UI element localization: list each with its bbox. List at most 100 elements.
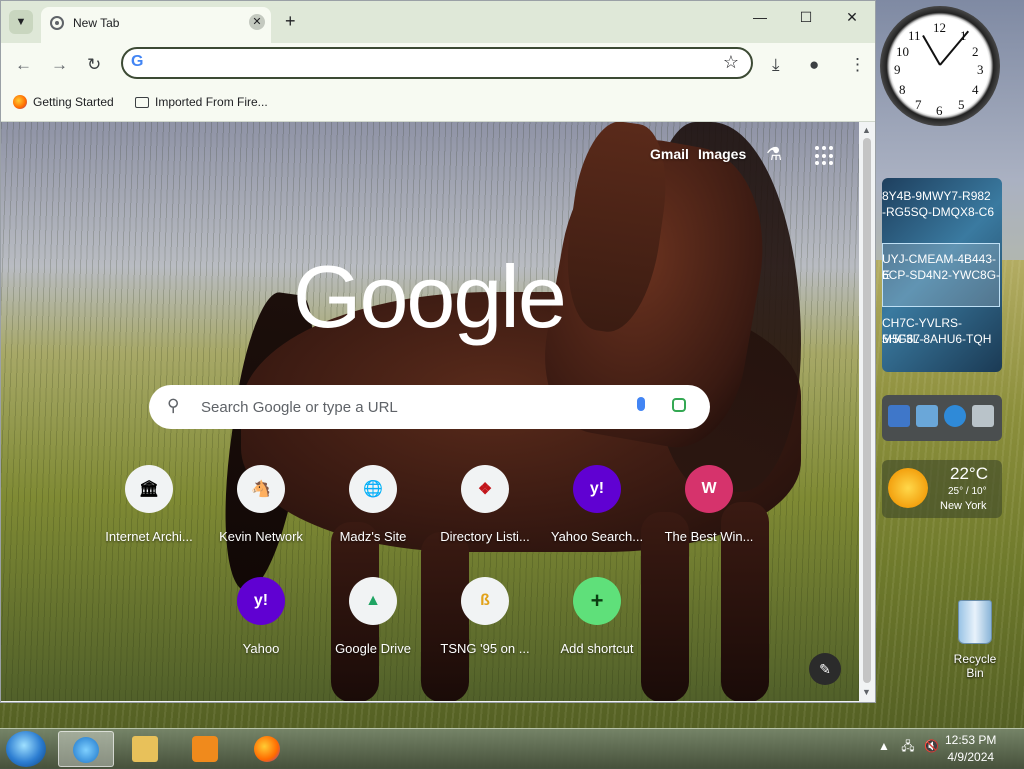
minimize-button[interactable]: —	[745, 9, 775, 33]
shortcut-label: Kevin Network	[219, 529, 303, 544]
volume-muted-icon[interactable]: 🔇	[924, 739, 939, 753]
partly-cloudy-icon	[888, 468, 928, 508]
clock-gadget[interactable]: 12 1 2 3 4 5 6 7 8 9 10 11	[880, 6, 1000, 126]
shortcut-kevin-network[interactable]: 🐴 Kevin Network	[205, 465, 317, 565]
launcher-gadget	[882, 395, 1002, 441]
internet-archive-icon: 🏛	[125, 465, 173, 513]
system-tray: ▲ 🖧 🔇	[878, 737, 939, 758]
taskbar-firefox[interactable]	[240, 731, 296, 767]
internet-explorer-icon	[73, 737, 99, 763]
taskbar-date: 4/9/2024	[947, 750, 995, 764]
tab-close-button[interactable]: ✕	[249, 14, 265, 30]
chevron-down-icon: ▼	[15, 16, 27, 28]
gmail-link[interactable]: Gmail	[650, 146, 689, 162]
bookmark-label: Getting Started	[33, 95, 114, 109]
bookmarks-bar: Getting Started Imported From Fire...	[1, 87, 875, 122]
recycle-bin-icon	[958, 600, 992, 644]
clock-number: 12	[933, 20, 946, 35]
title-bar: ▼ New Tab ✕ + — ☐ ✕	[1, 1, 875, 43]
add-shortcut-button[interactable]: + Add shortcut	[541, 577, 653, 677]
profile-button[interactable]: ●	[809, 55, 819, 75]
bookmark-getting-started[interactable]: Getting Started	[13, 95, 114, 109]
start-button[interactable]	[6, 731, 46, 767]
scroll-down-icon[interactable]: ▼	[862, 687, 871, 697]
menu-button[interactable]: ⋮	[849, 55, 866, 75]
new-tab-button[interactable]: +	[285, 11, 296, 32]
scroll-up-icon[interactable]: ▲	[862, 125, 871, 135]
taskbar-internet-explorer[interactable]	[58, 731, 114, 767]
clock-number: 9	[894, 62, 901, 77]
tab-title: New Tab	[73, 16, 120, 30]
shortcut-best-windows[interactable]: W The Best Win...	[653, 465, 765, 565]
voice-search-icon[interactable]	[637, 397, 645, 411]
bookmark-star-button[interactable]: ☆	[723, 52, 739, 73]
page-scrollbar[interactable]: ▲ ▼	[859, 122, 875, 701]
apps-grid-dot	[829, 153, 833, 158]
weather-gadget[interactable]: 22°C 25° / 10° New York	[882, 460, 1002, 518]
taskbar-media-player[interactable]	[178, 731, 234, 767]
scrollbar-thumb[interactable]	[863, 138, 871, 683]
shortcut-google-drive[interactable]: ▲ Google Drive	[317, 577, 429, 677]
shortcut-madz-site[interactable]: 🌐 Madz's Site	[317, 465, 429, 565]
weather-range: 25° / 10°	[948, 486, 987, 497]
reload-button[interactable]: ↻	[87, 55, 101, 75]
apps-grid-dot	[815, 146, 819, 150]
weather-temperature: 22°C	[950, 464, 988, 483]
shortcut-label: Yahoo	[242, 641, 280, 656]
network-icon[interactable]: 🖧	[901, 739, 914, 753]
taskbar-time: 12:53 PM	[945, 733, 997, 747]
taskbar-file-explorer[interactable]	[118, 731, 174, 767]
maximize-button[interactable]: ☐	[791, 9, 821, 33]
apps-grid-dot	[815, 153, 819, 158]
search-box[interactable]: ⚲ Search Google or type a URL	[149, 385, 710, 429]
forward-button[interactable]: →	[51, 55, 68, 75]
address-bar[interactable]: G ☆	[121, 47, 753, 79]
apps-grid-dot	[822, 161, 826, 166]
plus-icon: +	[573, 577, 621, 625]
google-logo: Google	[293, 247, 567, 346]
shortcut-yahoo-search[interactable]: y! Yahoo Search...	[541, 465, 653, 565]
shortcut-yahoo[interactable]: y! Yahoo	[205, 577, 317, 677]
labs-flask-icon[interactable]: ⚗	[766, 144, 782, 165]
google-lens-icon[interactable]	[672, 398, 686, 412]
tab-new-tab[interactable]: New Tab ✕	[41, 7, 271, 43]
pencil-icon: ✎	[819, 661, 831, 677]
folder-icon[interactable]	[888, 405, 910, 427]
star-icon: ☆	[722, 52, 739, 72]
bookmark-folder-imported[interactable]: Imported From Fire...	[135, 95, 268, 109]
google-apps-button[interactable]	[815, 146, 835, 166]
customize-button[interactable]: ✎	[809, 653, 841, 685]
profile-icon: ●	[809, 55, 820, 74]
downloads-button[interactable]: ⤓	[772, 55, 780, 75]
google-g-icon: G	[131, 53, 144, 70]
tab-search-button[interactable]: ▼	[9, 10, 33, 34]
shortcut-directory-listing[interactable]: ❖ Directory Listi...	[429, 465, 541, 565]
globe-icon: 🌐	[349, 465, 397, 513]
product-keys-gadget[interactable]: 8Y4B-9MWY7-R982 -RG5SQ-DMQX8-C6 UYJ-CMEA…	[882, 178, 1002, 372]
clock-hour-hand	[922, 35, 941, 66]
images-link[interactable]: Images	[698, 146, 746, 162]
recycle-bin-desktop-icon[interactable]: Recycle Bin	[944, 600, 1006, 680]
minimize-icon: —	[753, 9, 767, 25]
new-tab-page: Gmail Images ⚗ Google ⚲ Search Google or…	[1, 122, 859, 701]
internet-explorer-icon[interactable]	[944, 405, 966, 427]
firefox-icon	[13, 95, 27, 109]
toolbar: ← → ↻ G ☆ ⤓ ● ⋮	[1, 43, 875, 87]
close-window-button[interactable]: ✕	[837, 9, 867, 33]
yahoo-icon: y!	[237, 577, 285, 625]
recycle-bin-icon[interactable]	[972, 405, 994, 427]
weather-city: New York	[940, 500, 987, 512]
shortcut-label: TSNG '95 on ...	[440, 641, 530, 656]
directory-listing-icon: ❖	[461, 465, 509, 513]
back-button[interactable]: ←	[15, 55, 32, 75]
tsng-icon: ß	[461, 577, 509, 625]
reload-icon: ↻	[87, 55, 102, 74]
show-hidden-icons[interactable]: ▲	[878, 739, 890, 753]
shortcut-internet-archive[interactable]: 🏛 Internet Archi...	[93, 465, 205, 565]
network-icon[interactable]	[916, 405, 938, 427]
clock-number: 5	[958, 97, 965, 112]
apps-grid-dot	[829, 146, 833, 150]
taskbar-clock[interactable]: 12:53 PM 4/9/2024	[945, 732, 996, 766]
shortcut-tsng-95[interactable]: ß TSNG '95 on ...	[429, 577, 541, 677]
product-key-line: 6CP-SD4N2-YWC8G-	[882, 268, 1001, 282]
